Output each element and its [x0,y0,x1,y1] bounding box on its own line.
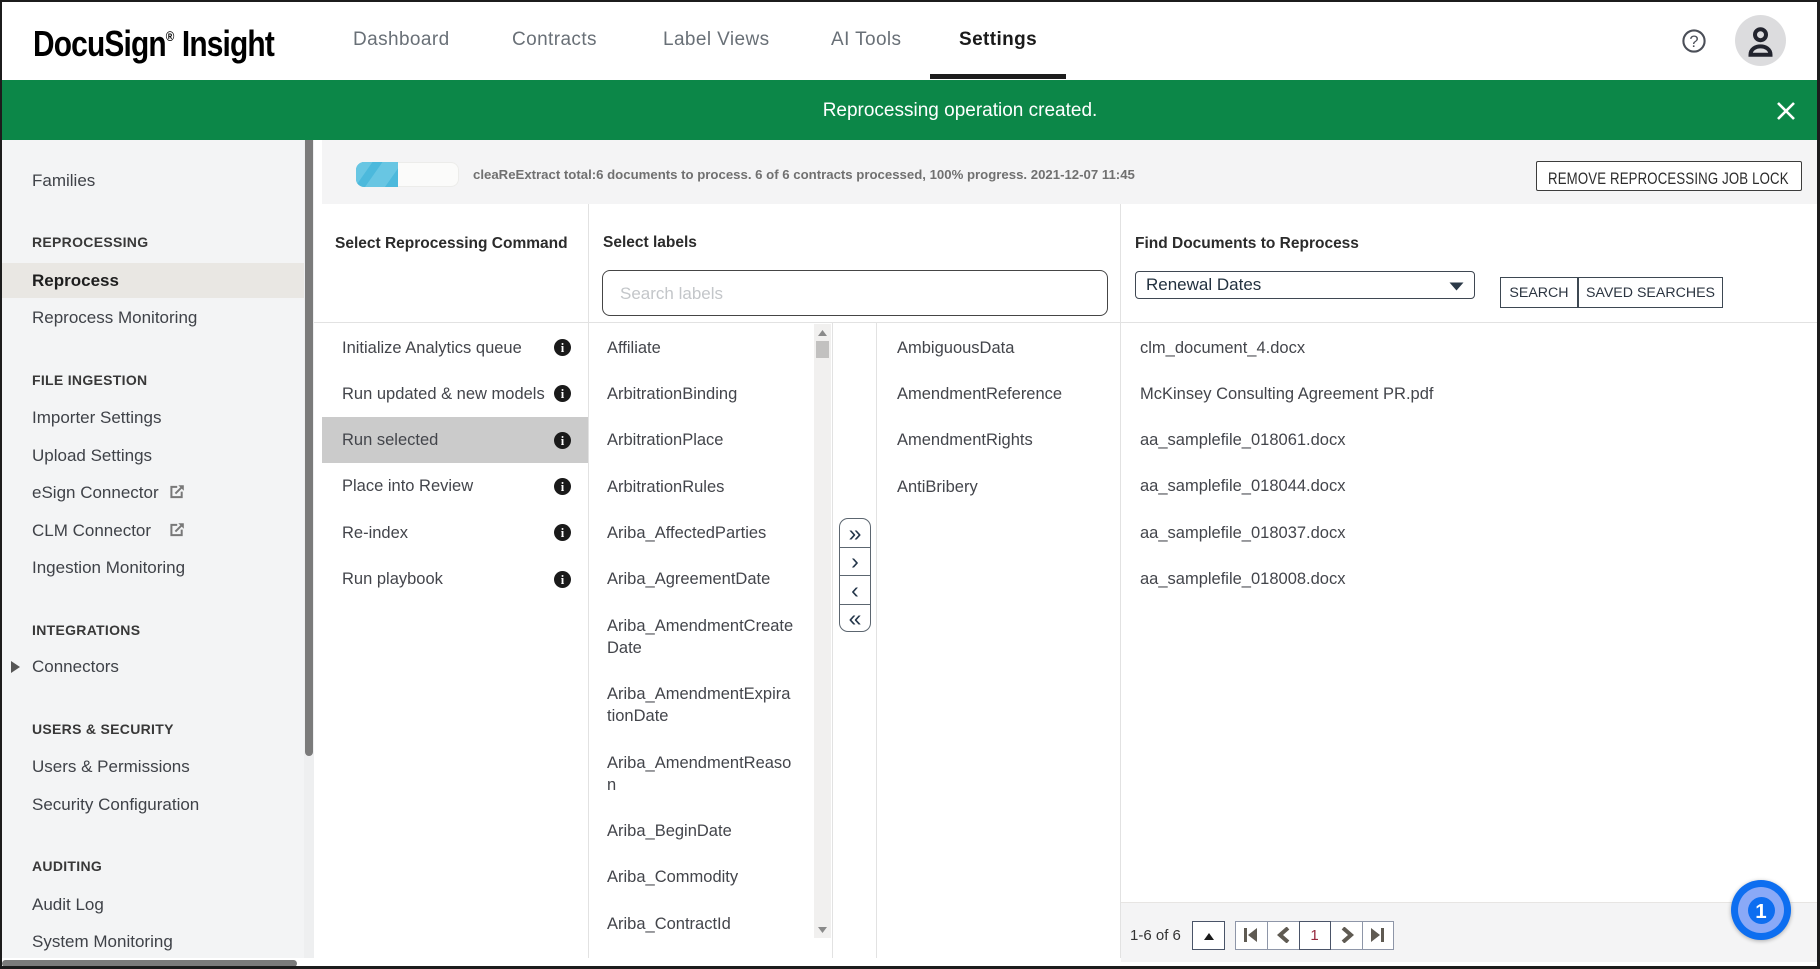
svg-text:i: i [561,434,565,448]
svg-text:i: i [561,480,565,494]
svg-text:i: i [561,341,565,355]
svg-text:i: i [561,387,565,401]
svg-text:i: i [561,526,565,540]
svg-text:i: i [561,573,565,587]
svg-text:?: ? [1689,33,1698,51]
